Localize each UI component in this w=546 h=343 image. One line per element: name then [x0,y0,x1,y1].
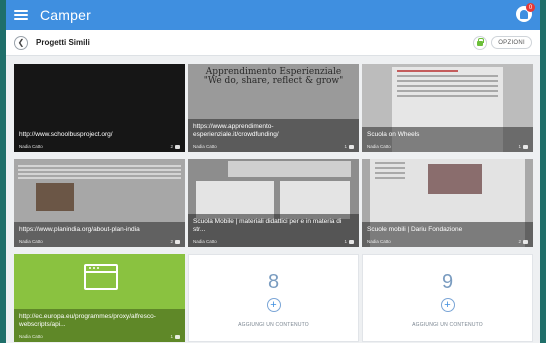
back-button[interactable]: ❮ [14,35,28,50]
comment-count: 1 [518,144,521,149]
comment-count: 1 [344,239,347,244]
add-content-button[interactable]: + [266,298,281,312]
browser-window-icon [84,264,118,290]
app-bar: Camper 0 [6,0,540,30]
lock-icon [477,38,485,46]
comment-icon [349,144,354,149]
plus-icon: + [444,299,451,311]
project-card[interactable]: http://ec.europa.eu/programmes/proxy/alf… [14,254,185,342]
slot-number: 9 [441,271,454,293]
plus-icon: + [270,299,277,311]
empty-slot: 9 + AGGIUNGI UN CONTENUTO [362,254,533,342]
card-author: Nadia Catto [19,334,43,339]
thumbnail-photo [36,183,74,211]
comment-count: 2 [170,144,173,149]
app-title: Camper [40,7,91,23]
card-caption: http://ec.europa.eu/programmes/proxy/alf… [14,309,185,342]
add-content-label[interactable]: AGGIUNGI UN CONTENUTO [238,322,309,328]
page-title: Progetti Simili [36,38,90,47]
card-author: Nadia Catto [19,239,43,244]
card-author: Nadia Catto [367,144,391,149]
card-caption: https://www.planindia.org/about-plan-ind… [14,222,185,247]
project-card[interactable]: http://www.schoolbusproject.org/ Nadia C… [14,64,185,152]
project-card[interactable]: Scuola Mobile | materiali didattici per … [188,159,359,247]
lock-button[interactable] [473,35,488,50]
card-title: https://www.apprendimento-esperienziale.… [193,123,279,138]
projects-grid: http://www.schoolbusproject.org/ Nadia C… [14,64,533,342]
card-comments: 2 [170,239,180,244]
menu-icon[interactable] [14,10,28,20]
comment-count: 2 [170,239,173,244]
card-title: https://www.planindia.org/about-plan-ind… [19,226,140,233]
card-title: Scuole mobili | Dariu Fondazione [367,226,463,233]
card-caption: Scuola on Wheels Nadia Catto 1 [362,127,533,152]
comment-count: 1 [344,144,347,149]
card-caption: Scuole mobili | Dariu Fondazione Nadia C… [362,222,533,247]
card-author: Nadia Catto [367,239,391,244]
project-card[interactable]: Scuola on Wheels Nadia Catto 1 [362,64,533,152]
comment-count: 2 [518,239,521,244]
add-content-label[interactable]: AGGIUNGI UN CONTENUTO [412,322,483,328]
card-comments: 1 [344,239,354,244]
card-author: Nadia Catto [193,239,217,244]
comment-icon [175,239,180,244]
notifications-button[interactable]: 0 [516,3,535,22]
card-comments: 1 [170,334,180,339]
chevron-left-icon: ❮ [17,38,25,47]
project-card[interactable]: Apprendimento Esperienziale "We do, shar… [188,64,359,152]
sub-header: ❮ Progetti Simili OPZIONI [6,30,540,56]
card-caption: Scuola Mobile | materiali didattici per … [188,214,359,247]
card-comments: 2 [518,239,528,244]
card-comments: 1 [344,144,354,149]
thumbnail-photo [428,164,482,194]
thumbnail-banner: Apprendimento Esperienziale "We do, shar… [188,68,359,86]
comment-icon [175,334,180,339]
card-caption: https://www.apprendimento-esperienziale.… [188,119,359,152]
comment-icon [349,239,354,244]
card-title: Scuola on Wheels [367,131,420,138]
card-author: Nadia Catto [19,144,43,149]
comment-icon [175,144,180,149]
card-title: http://www.schoolbusproject.org/ [19,131,113,138]
slot-number: 8 [267,271,280,293]
empty-slot: 8 + AGGIUNGI UN CONTENUTO [188,254,359,342]
banner-line-2: "We do, share, reflect & grow" [203,76,344,86]
card-title: http://ec.europa.eu/programmes/proxy/alf… [19,313,156,328]
options-button[interactable]: OPZIONI [491,36,532,49]
project-card[interactable]: https://www.planindia.org/about-plan-ind… [14,159,185,247]
comment-icon [523,239,528,244]
add-content-button[interactable]: + [440,298,455,312]
card-title: Scuola Mobile | materiali didattici per … [193,218,342,233]
card-comments: 1 [518,144,528,149]
comment-count: 1 [170,334,173,339]
notification-badge: 0 [526,3,535,12]
comment-icon [523,144,528,149]
card-comments: 2 [170,144,180,149]
card-author: Nadia Catto [193,144,217,149]
app-frame: Camper 0 ❮ Progetti Simili OPZIONI http:… [6,0,540,343]
project-card[interactable]: Scuole mobili | Dariu Fondazione Nadia C… [362,159,533,247]
card-caption: http://www.schoolbusproject.org/ Nadia C… [14,127,185,152]
